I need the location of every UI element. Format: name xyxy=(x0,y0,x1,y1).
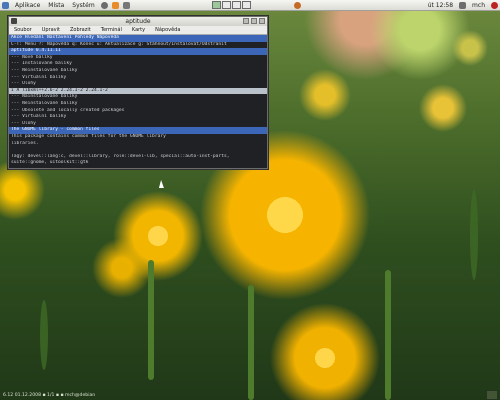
flower-stem xyxy=(248,285,254,400)
flower-stem xyxy=(148,260,154,380)
user-name[interactable]: mch xyxy=(468,2,489,9)
window-title: aptitude xyxy=(125,18,151,25)
maximize-button[interactable] xyxy=(251,18,257,24)
selected-package-row[interactable]: i A libxml++2.6-2 2.24.1-2 2.24.1-2 xyxy=(9,87,267,95)
clock[interactable]: út 12:58 xyxy=(428,2,457,9)
menu-help[interactable]: Nápověda xyxy=(150,27,185,33)
package-tags: suite::gnome, uitoolkit::gtk xyxy=(11,160,89,166)
tray-icon[interactable] xyxy=(486,390,498,400)
menu-view[interactable]: Zobrazit xyxy=(65,27,96,33)
terminal-content[interactable]: Akce Hledání Nastavení Pohledy Nápověda … xyxy=(9,35,267,167)
workspace-4[interactable] xyxy=(241,1,251,9)
aptitude-menu-line[interactable]: Akce Hledání Nastavení Pohledy Nápověda xyxy=(9,35,267,42)
package-group[interactable]: --- Virtuální balíky xyxy=(9,114,267,121)
window-titlebar[interactable]: aptitude xyxy=(9,17,267,26)
menu-applications[interactable]: Aplikace xyxy=(11,2,44,9)
bottom-status-text: 6.12 01.12.2008 ▪ 1/1 ▪ ▪ mch@debian xyxy=(3,392,96,398)
package-group[interactable]: --- Úlohy xyxy=(9,121,267,128)
package-description: This package contains common files for t… xyxy=(11,133,166,139)
bottom-panel: 6.12 01.12.2008 ▪ 1/1 ▪ ▪ mch@debian xyxy=(0,390,500,400)
package-group[interactable]: --- Virtuální balíky xyxy=(9,75,267,82)
minimize-button[interactable] xyxy=(243,18,249,24)
menu-tabs[interactable]: Karty xyxy=(127,27,150,33)
package-group[interactable]: --- Nové balíky xyxy=(9,55,267,62)
menu-system[interactable]: Systém xyxy=(68,2,98,9)
terminal-window: aptitude Soubor Upravit Zobrazit Terminá… xyxy=(8,16,268,169)
package-group[interactable]: --- Úlohy xyxy=(9,81,267,88)
package-group[interactable]: --- Instalované balíky xyxy=(9,61,267,68)
workspace-2[interactable] xyxy=(221,1,231,9)
window-menubar: Soubor Upravit Zobrazit Terminál Karty N… xyxy=(9,26,267,35)
apps-icon[interactable] xyxy=(2,1,9,9)
close-button[interactable] xyxy=(259,18,265,24)
terminal-launcher-icon[interactable] xyxy=(122,1,130,9)
package-group[interactable]: --- Neinstalované balíky xyxy=(9,68,267,75)
menu-file[interactable]: Soubor xyxy=(9,27,37,33)
aptitude-help-line: C-T: Menu ?: Nápověda q: Konec u: Aktual… xyxy=(11,41,227,47)
menu-places[interactable]: Místa xyxy=(44,2,68,9)
power-icon[interactable] xyxy=(491,1,498,9)
package-group[interactable]: --- Neinstalované balíky xyxy=(9,101,267,108)
grass-leaf xyxy=(40,300,48,370)
menu-terminal[interactable]: Terminál xyxy=(96,27,127,33)
browser-icon[interactable] xyxy=(100,1,108,9)
aptitude-version: aptitude 0.4.11.11 xyxy=(9,48,267,55)
package-description-title: The GNOME library - common files xyxy=(9,127,267,134)
top-panel: Aplikace Místa Systém út 12:58 mch xyxy=(0,0,500,11)
package-group[interactable]: --- Obsolete and locally created package… xyxy=(9,108,267,115)
package-description: libraries. xyxy=(11,140,39,146)
terminal-icon xyxy=(11,18,17,24)
launcher-icon[interactable] xyxy=(111,1,119,9)
notification-icon[interactable] xyxy=(293,1,301,9)
workspace-3[interactable] xyxy=(231,1,241,9)
volume-icon[interactable] xyxy=(459,1,467,9)
package-group[interactable]: --- Nainstalované balíky xyxy=(9,94,267,101)
grass-leaf xyxy=(470,190,478,280)
menu-edit[interactable]: Upravit xyxy=(37,27,65,33)
flower-stem xyxy=(385,270,391,400)
package-tags: Tagy: devel::lang:c, devel::library, rol… xyxy=(11,153,230,159)
workspace-1[interactable] xyxy=(211,1,221,9)
